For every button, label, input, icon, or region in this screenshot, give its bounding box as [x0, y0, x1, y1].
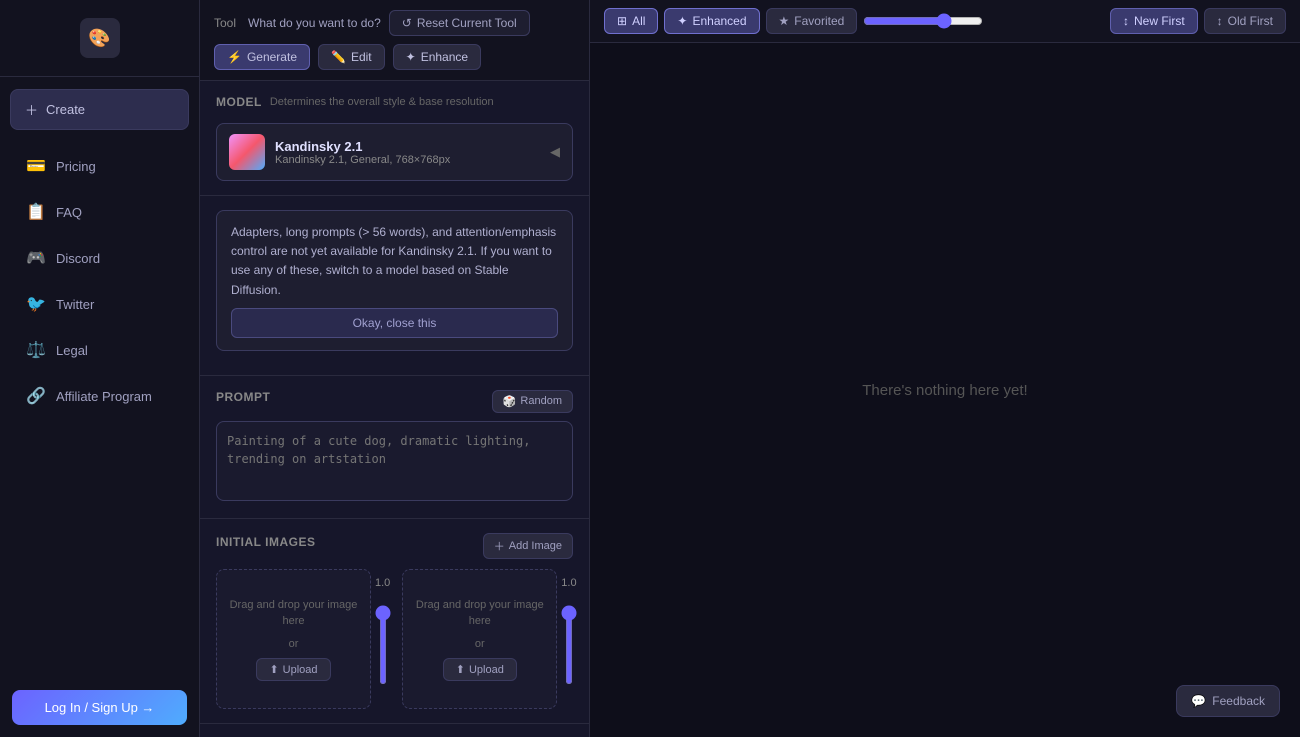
enhance-button[interactable]: ✦ Enhance — [393, 44, 481, 70]
sidebar-bottom: Log In / Sign Up → — [0, 678, 199, 737]
image-slots: Drag and drop your image here or ⬆ Uploa… — [216, 569, 573, 709]
affiliate-icon: 🔗 — [26, 386, 46, 406]
image-slot-2-wrapper: Drag and drop your image here or ⬆ Uploa… — [402, 569, 576, 709]
sidebar-item-twitter[interactable]: 🐦 Twitter — [8, 282, 191, 326]
right-panel: ⊞ All ✦ Enhanced ★ Favorited ↕ New First… — [590, 0, 1300, 737]
prompt-label: Prompt — [216, 390, 270, 404]
negative-prompt-section: Negative Prompt ✕ Clear General ◀ — [200, 724, 589, 737]
close-warning-button[interactable]: Okay, close this — [231, 308, 558, 338]
toolbar: Tool What do you want to do? ↺ Reset Cur… — [200, 0, 589, 81]
sidebar-item-affiliate[interactable]: 🔗 Affiliate Program — [8, 374, 191, 418]
image-slot-1[interactable]: Drag and drop your image here or ⬆ Uploa… — [216, 569, 371, 709]
enhanced-icon: ✦ — [677, 14, 687, 28]
reset-icon: ↺ — [402, 16, 412, 30]
drag-text-2: Drag and drop your image here — [413, 597, 546, 630]
quality-slider[interactable] — [863, 13, 983, 29]
sort-buttons: ↕ New First ↕ Old First — [1110, 8, 1286, 34]
feedback-icon: 💬 — [1191, 694, 1206, 708]
tool-question: What do you want to do? — [248, 16, 381, 30]
initial-images-label: Initial Images — [216, 535, 315, 549]
upload-button-1[interactable]: ⬆ Upload — [256, 658, 330, 681]
sidebar-logo: 🎨 — [0, 0, 199, 77]
prompt-header: Prompt 🎲 Random — [216, 390, 573, 413]
images-header: Initial Images ＋ Add Image — [216, 533, 573, 559]
or-text-1: or — [289, 636, 299, 653]
model-avatar — [229, 134, 265, 170]
sidebar-login-button[interactable]: Log In / Sign Up → — [12, 690, 187, 725]
slot-2-controls: 1.0 — [561, 569, 576, 709]
tool-label: Tool — [214, 16, 236, 30]
all-icon: ⊞ — [617, 14, 627, 28]
upload-icon-2: ⬆ — [456, 663, 465, 676]
twitter-icon: 🐦 — [26, 294, 46, 314]
sort-old-icon: ↕ — [1217, 14, 1223, 28]
slot-1-strength-value: 1.0 — [375, 577, 390, 589]
edit-button[interactable]: ✏️ Edit — [318, 44, 385, 70]
random-button[interactable]: 🎲 Random — [492, 390, 573, 413]
drag-text-1: Drag and drop your image here — [227, 597, 360, 630]
sort-old-first-button[interactable]: ↕ Old First — [1204, 8, 1286, 34]
quality-slider-wrapper — [863, 13, 983, 29]
image-slot-1-wrapper: Drag and drop your image here or ⬆ Uploa… — [216, 569, 390, 709]
generate-icon: ⚡ — [227, 50, 242, 64]
model-arrow-icon: ◀ — [550, 144, 560, 160]
logo-icon: 🎨 — [80, 18, 120, 58]
slot-1-controls: 1.0 — [375, 569, 390, 709]
sort-new-icon: ↕ — [1123, 14, 1129, 28]
random-icon: 🎲 — [503, 395, 517, 408]
main-panel: Tool What do you want to do? ↺ Reset Cur… — [200, 0, 590, 737]
empty-state: There's nothing here yet! — [590, 43, 1300, 737]
filter-all-button[interactable]: ⊞ All — [604, 8, 658, 34]
edit-icon: ✏️ — [331, 50, 346, 64]
filter-enhanced-button[interactable]: ✦ Enhanced — [664, 8, 759, 34]
model-section-title: Model — [216, 95, 262, 109]
model-info: Kandinsky 2.1 Kandinsky 2.1, General, 76… — [275, 139, 450, 166]
plus-icon: ＋ — [25, 100, 38, 119]
feedback-button[interactable]: 💬 Feedback — [1176, 685, 1280, 717]
filter-favorited-button[interactable]: ★ Favorited — [766, 8, 858, 34]
sidebar-item-pricing[interactable]: 💳 Pricing — [8, 144, 191, 188]
model-section-sub: Determines the overall style & base reso… — [270, 96, 494, 108]
slot-1-strength-slider[interactable] — [380, 605, 386, 685]
model-sub: Kandinsky 2.1, General, 768×768px — [275, 154, 450, 166]
reset-button[interactable]: ↺ Reset Current Tool — [389, 10, 530, 36]
sidebar-nav: 💳 Pricing 📋 FAQ 🎮 Discord 🐦 Twitter ⚖️ L… — [0, 142, 199, 420]
model-card[interactable]: Kandinsky 2.1 Kandinsky 2.1, General, 76… — [216, 123, 573, 181]
sort-new-first-button[interactable]: ↕ New First — [1110, 8, 1198, 34]
slot-2-strength-slider[interactable] — [566, 605, 572, 685]
prompt-section: Prompt 🎲 Random — [200, 376, 589, 519]
faq-icon: 📋 — [26, 202, 46, 222]
model-name: Kandinsky 2.1 — [275, 139, 450, 154]
plus-add-icon: ＋ — [494, 538, 505, 554]
warning-section: Adapters, long prompts (> 56 words), and… — [200, 196, 589, 376]
right-toolbar: ⊞ All ✦ Enhanced ★ Favorited ↕ New First… — [590, 0, 1300, 43]
initial-images-section: Initial Images ＋ Add Image Drag and drop… — [200, 519, 589, 724]
create-button[interactable]: ＋ Create — [10, 89, 189, 130]
warning-box: Adapters, long prompts (> 56 words), and… — [216, 210, 573, 351]
or-text-2: or — [475, 636, 485, 653]
sidebar-item-faq[interactable]: 📋 FAQ — [8, 190, 191, 234]
slot-2-strength-value: 1.0 — [561, 577, 576, 589]
image-slot-2[interactable]: Drag and drop your image here or ⬆ Uploa… — [402, 569, 557, 709]
enhance-icon: ✦ — [406, 50, 416, 64]
sidebar-item-legal[interactable]: ⚖️ Legal — [8, 328, 191, 372]
upload-button-2[interactable]: ⬆ Upload — [443, 658, 517, 681]
sidebar: 🎨 ＋ Create 💳 Pricing 📋 FAQ 🎮 Discord 🐦 T… — [0, 0, 200, 737]
legal-icon: ⚖️ — [26, 340, 46, 360]
add-image-button[interactable]: ＋ Add Image — [483, 533, 573, 559]
prompt-input[interactable] — [216, 421, 573, 501]
star-icon: ★ — [779, 14, 790, 28]
pricing-icon: 💳 — [26, 156, 46, 176]
model-section: Model Determines the overall style & bas… — [200, 81, 589, 196]
discord-icon: 🎮 — [26, 248, 46, 268]
upload-icon-1: ⬆ — [269, 663, 278, 676]
generate-button[interactable]: ⚡ Generate — [214, 44, 310, 70]
sidebar-item-discord[interactable]: 🎮 Discord — [8, 236, 191, 280]
